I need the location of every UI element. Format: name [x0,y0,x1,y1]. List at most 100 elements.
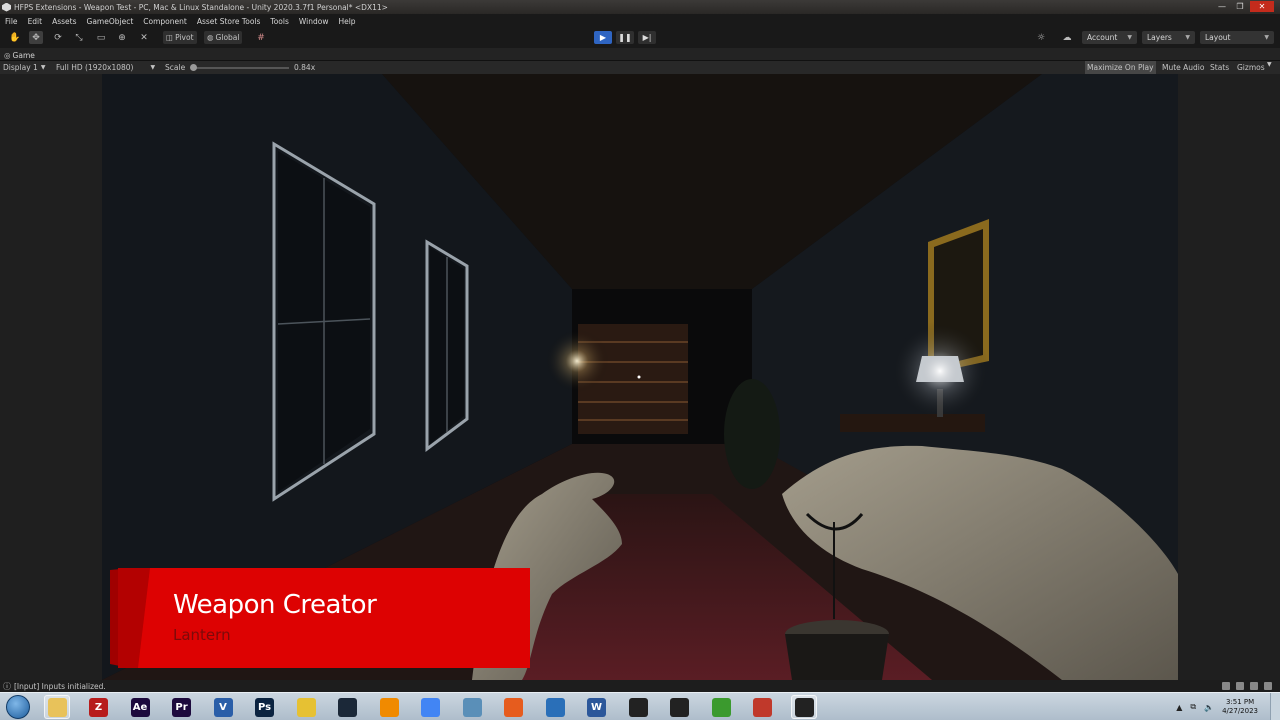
menu-assets[interactable]: Assets [52,17,76,26]
clock[interactable]: 3:51 PM 4/27/2023 [1222,698,1258,716]
menu-file[interactable]: File [5,17,18,26]
mute-audio-toggle[interactable]: Mute Audio [1160,61,1206,74]
taskbar-app-premiere-pro[interactable]: Pr [169,695,195,719]
taskbar-app-chrome[interactable] [418,695,444,719]
settings-icon[interactable] [1236,682,1244,690]
taskbar-app-firefox[interactable] [501,695,527,719]
transform-tool-icon[interactable]: ⊕ [115,31,129,44]
pivot-toggle[interactable]: ◫ Pivot [163,31,197,44]
maximize-on-play-toggle[interactable]: Maximize On Play [1085,61,1156,74]
photoshop-icon: Ps [255,697,274,717]
global-toggle[interactable]: ◍ Global [204,31,243,44]
grid-snap-icon[interactable]: # [254,31,268,44]
volume-icon[interactable]: 🔈 [1204,703,1214,712]
notification-icon[interactable] [1250,682,1258,690]
pause-button[interactable]: ❚❚ [616,31,634,44]
taskbar-app-vlc[interactable] [376,695,402,719]
unity-hub-icon [670,697,689,717]
chevron-down-icon[interactable]: ▼ [1267,61,1272,68]
clock-date: 4/27/2023 [1222,707,1258,715]
filezilla-icon: Z [89,697,108,717]
cache-icon[interactable] [1264,682,1272,690]
menu-window[interactable]: Window [299,17,329,26]
taskbar-app-filezilla[interactable]: Z [86,695,112,719]
windows-taskbar: Z Ae Pr V Ps W ▲ ⧉ 🔈 3:51 PM 4/27/2023 [0,692,1280,720]
start-button[interactable] [6,695,30,719]
unity-editor-icon [794,697,814,717]
overlay-subtitle: Lantern [173,626,231,644]
pause-icon: ❚❚ [618,33,632,42]
rect-tool-icon[interactable]: ▭ [94,31,108,44]
cloud-icon[interactable]: ☁ [1060,31,1074,44]
taskbar-app-unity[interactable] [625,695,651,719]
close-button[interactable]: ✕ [1250,1,1274,12]
resolution-dropdown[interactable]: Full HD (1920x1080) ▼ [56,61,155,74]
taskbar-app-steam[interactable] [335,695,361,719]
taskbar-app-app-crystal[interactable] [459,695,485,719]
display-dropdown[interactable]: Display 1 ▼ [3,61,45,74]
firefox-icon [504,697,523,717]
stats-toggle[interactable]: Stats [1208,61,1231,74]
taskbar-app-photoshop[interactable]: Ps [252,695,278,719]
step-button[interactable]: ▶| [638,31,656,44]
tab-game[interactable]: ◎ Game [4,49,35,61]
game-viewport[interactable]: Weapon Creator Lantern [0,74,1280,680]
layers-dropdown[interactable]: Layers ▼ [1142,31,1195,44]
console-message[interactable]: [Input] Inputs initialized. [14,682,106,691]
status-icons [1222,682,1272,690]
taskbar-app-unity-hub[interactable] [667,695,693,719]
overlay-title: Weapon Creator [173,590,377,620]
taskbar-app-app-game[interactable] [750,695,776,719]
premiere-pro-icon: Pr [172,697,191,717]
lower-third-banner: Weapon Creator Lantern [110,568,530,668]
menu-help[interactable]: Help [338,17,355,26]
account-dropdown[interactable]: Account ▼ [1082,31,1137,44]
pivot-label: Pivot [175,33,194,42]
scale-slider-handle[interactable] [190,64,197,71]
vlc-icon [379,697,399,717]
taskbar-app-utorrent[interactable] [708,695,734,719]
game-tab-bar: ◎ Game [0,48,1280,61]
gamepad-icon: ◎ [4,50,11,60]
scale-slider-track[interactable] [193,67,289,69]
play-button[interactable]: ▶ [594,31,612,44]
pivot-icon: ◫ [166,33,174,42]
network-icon[interactable]: ⧉ [1190,702,1196,712]
game-view-toolbar: Display 1 ▼ Full HD (1920x1080) ▼ Scale 0.… [0,61,1280,74]
window-controls: — ❐ ✕ [1214,1,1274,12]
minimize-button[interactable]: — [1214,1,1230,12]
rotate-tool-icon[interactable]: ⟳ [51,31,65,44]
layout-dropdown[interactable]: Layout ▼ [1200,31,1274,44]
taskbar-app-after-effects[interactable]: Ae [127,695,153,719]
status-bar: ⓘ [Input] Inputs initialized. [0,680,1280,692]
taskbar-app-visual-studio[interactable]: V [210,695,236,719]
taskbar-app-unity-editor[interactable] [791,695,817,719]
menu-edit[interactable]: Edit [28,17,43,26]
python-icon [296,697,316,717]
window-title-bar: HFPS Extensions - Weapon Test - PC, Mac … [0,0,1280,14]
maximize-button[interactable]: ❐ [1232,1,1248,12]
scale-tool-icon[interactable]: ⤡ [72,31,86,44]
collab-icon[interactable]: ☼ [1034,31,1048,44]
progress-icon[interactable] [1222,682,1230,690]
menu-gameobject[interactable]: GameObject [87,17,134,26]
move-tool-icon[interactable]: ✥ [29,31,43,44]
menu-asset-store-tools[interactable]: Asset Store Tools [197,17,261,26]
show-hidden-icons-icon[interactable]: ▲ [1176,703,1182,712]
unity-logo-icon [2,2,11,12]
taskbar-app-file-explorer[interactable] [44,695,70,719]
custom-tool-icon[interactable]: ✕ [137,31,151,44]
show-desktop-button[interactable] [1270,693,1280,720]
gizmos-toggle[interactable]: Gizmos [1235,61,1267,74]
resolution-label: Full HD (1920x1080) [56,63,134,72]
hand-tool-icon[interactable]: ✋ [8,31,22,44]
clock-time: 3:51 PM [1225,698,1255,706]
info-icon: ⓘ [3,681,11,691]
menu-component[interactable]: Component [143,17,187,26]
taskbar-app-word[interactable]: W [584,695,610,719]
menu-tools[interactable]: Tools [270,17,288,26]
taskbar-app-app-frame[interactable] [542,695,568,719]
unity-icon [628,697,648,717]
after-effects-icon: Ae [130,697,150,717]
taskbar-app-python[interactable] [293,695,319,719]
